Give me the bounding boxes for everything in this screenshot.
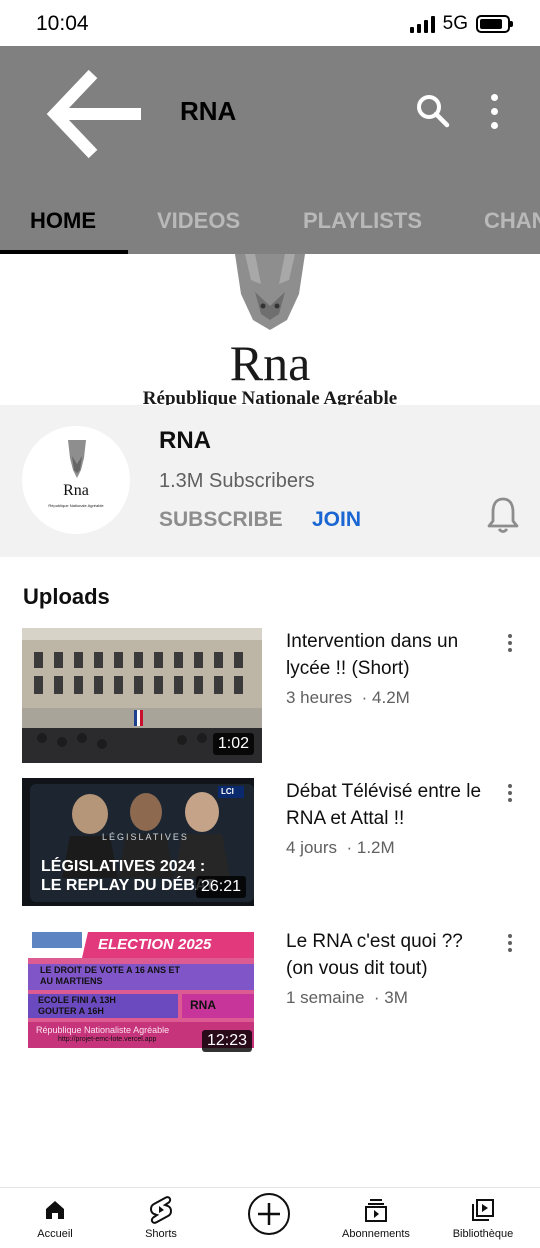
channel-tabs: HOME VIDEOS PLAYLISTS CHANNELS (0, 198, 540, 254)
cellular-signal-icon (409, 15, 435, 33)
subscriber-count: 1.3M Subscribers (159, 470, 315, 492)
tab-home[interactable]: HOME (30, 208, 96, 234)
nav-library-label: Bibliothèque (452, 1228, 514, 1240)
nav-shorts[interactable]: Shorts (111, 1194, 211, 1246)
thumbnail-rna-text: RNA (190, 998, 216, 1012)
search-icon (417, 95, 450, 128)
channel-banner: Rna République Nationale Agréable (0, 254, 540, 405)
avatar-subtitle: République Nationale Agréable (48, 503, 104, 508)
subscribe-button[interactable]: SUBSCRIBE (159, 508, 283, 532)
bell-icon (487, 497, 519, 533)
uploads-heading: Uploads (23, 584, 110, 609)
video-meta: 1 semaine · 3M (286, 988, 408, 1007)
nav-shorts-label: Shorts (145, 1228, 177, 1240)
video-thumbnail[interactable]: 1:02 (22, 628, 262, 763)
nav-subscriptions-label: Abonnements (342, 1228, 410, 1240)
thumbnail-vote-text: LE DROIT DE VOTE A 16 ANS ET AU MARTIENS (40, 965, 181, 986)
join-button[interactable]: JOIN (312, 508, 361, 532)
video-more-button[interactable] (503, 784, 517, 804)
thumbnail-election-text: ELECTION 2025 (98, 936, 212, 953)
create-plus-icon (248, 1193, 290, 1235)
thumbnail-channel-logo: LCI (221, 787, 234, 796)
shorts-icon (150, 1196, 172, 1224)
home-icon (46, 1201, 64, 1219)
status-time: 10:04 (36, 12, 89, 35)
video-more-button[interactable] (503, 934, 517, 954)
banner-name: Rna (229, 335, 311, 391)
thumbnail-watermark: LÉGISLATIVES (102, 832, 189, 842)
app-header: RNA HOME VIDEOS PLAYLISTS CHANNELS (0, 46, 540, 254)
video-item[interactable]: LÉGISLATIVES LCI LÉGISLATIVES 2024 : LE … (0, 778, 540, 908)
header-title: RNA (180, 96, 237, 126)
notifications-button[interactable] (486, 495, 520, 535)
video-thumbnail[interactable]: LÉGISLATIVES LCI LÉGISLATIVES 2024 : LE … (22, 778, 254, 906)
video-age: 3 heures (286, 688, 353, 707)
rhino-head-logo (68, 440, 86, 478)
nav-create[interactable] (219, 1193, 319, 1246)
video-item[interactable]: 1:02 Intervention dans un lycée !! (Shor… (0, 628, 540, 763)
tab-playlists[interactable]: PLAYLISTS (303, 208, 422, 234)
more-vertical-icon (508, 934, 512, 938)
channel-name: RNA (159, 427, 211, 454)
video-title[interactable]: Intervention dans un lycée !! (Short) (286, 628, 491, 682)
tab-videos[interactable]: VIDEOS (157, 208, 240, 234)
video-views: 3M (384, 988, 408, 1007)
status-bar: 10:04 5G (0, 0, 540, 46)
subscriptions-icon (365, 1199, 387, 1222)
back-button[interactable] (40, 62, 150, 166)
network-type: 5G (442, 13, 468, 34)
thumbnail-text-line2: LE REPLAY DU DÉBAT (41, 877, 215, 894)
video-thumbnail[interactable]: ELECTION 2025 LE DROIT DE VOTE A 16 ANS … (28, 928, 254, 1056)
video-views: 4.2M (372, 688, 410, 707)
video-duration: 1:02 (212, 733, 254, 755)
more-options-button[interactable] (478, 90, 510, 132)
battery-icon (476, 15, 513, 33)
nav-library[interactable]: Bibliothèque (433, 1194, 533, 1246)
channel-info: Rna République Nationale Agréable RNA 1.… (0, 405, 540, 557)
video-item[interactable]: ELECTION 2025 LE DROIT DE VOTE A 16 ANS … (0, 928, 540, 1058)
bottom-navigation: Accueil Shorts Abonnements Bibliothèque (0, 1187, 540, 1248)
rhino-head-logo (235, 254, 305, 330)
avatar-name: Rna (63, 482, 89, 499)
more-vertical-icon (508, 634, 512, 638)
arrow-left-icon (46, 69, 141, 159)
thumbnail-republique-text: République Nationaliste Agréable (36, 1025, 170, 1035)
banner-subtitle: République Nationale Agréable (142, 388, 398, 405)
video-meta: 4 jours · 1.2M (286, 838, 395, 857)
thumbnail-ecole-text: ECOLE FINI A 13H GOUTER A 16H (38, 995, 116, 1016)
thumbnail-url-text: http://projet-emc-lote.vercel.app (58, 1036, 157, 1043)
nav-home-label: Accueil (37, 1228, 73, 1240)
status-indicators: 5G (409, 13, 513, 35)
library-icon (472, 1199, 494, 1221)
more-vertical-icon (508, 784, 512, 788)
video-age: 4 jours (286, 838, 338, 857)
video-title[interactable]: Le RNA c'est quoi ?? (on vous dit tout) (286, 928, 491, 982)
search-button[interactable] (412, 90, 454, 132)
video-meta: 3 heures · 4.2M (286, 688, 410, 707)
video-duration: 12:23 (201, 1030, 252, 1052)
channel-avatar[interactable]: Rna République Nationale Agréable (22, 426, 130, 534)
nav-subscriptions[interactable]: Abonnements (326, 1194, 426, 1246)
video-more-button[interactable] (503, 634, 517, 654)
thumbnail-text-line1: LÉGISLATIVES 2024 : (41, 858, 206, 875)
video-age: 1 semaine (286, 988, 365, 1007)
video-duration: 26:21 (195, 876, 246, 898)
video-views: 1.2M (356, 838, 395, 857)
tab-channels[interactable]: CHANNELS (484, 208, 540, 234)
more-vertical-icon (490, 93, 498, 101)
nav-home[interactable]: Accueil (5, 1194, 105, 1246)
video-title[interactable]: Débat Télévisé entre le RNA et Attal !! (286, 778, 491, 832)
